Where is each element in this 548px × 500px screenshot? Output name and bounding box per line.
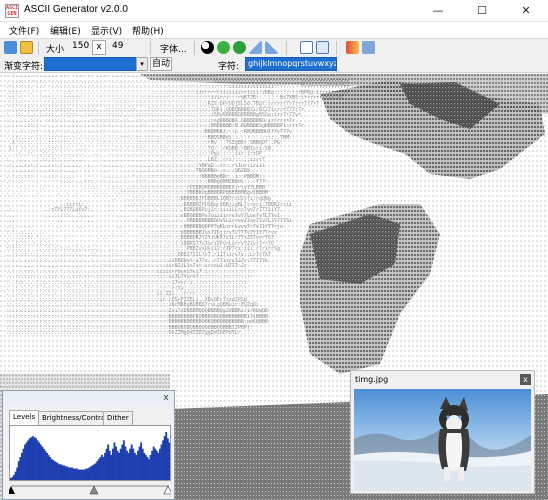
histogram-chart: [10, 432, 171, 480]
font-button[interactable]: 字体...: [160, 42, 187, 55]
app-logo-icon: ASCII GEN: [5, 4, 19, 18]
rotate-right-icon[interactable]: [233, 41, 246, 54]
menu-edit[interactable]: 编辑(E): [50, 24, 81, 37]
ascii-line: ::::::::::::::::::::::::::::::::::::::::…: [0, 330, 256, 337]
variable-width-icon[interactable]: [316, 41, 329, 54]
tab-dither[interactable]: Dither: [103, 411, 133, 425]
histogram-bar: [168, 442, 171, 480]
toolbar-separator: [286, 41, 287, 55]
midpoint-handle[interactable]: [89, 485, 99, 495]
height-input[interactable]: 49: [110, 40, 132, 55]
color-icon[interactable]: [346, 41, 359, 54]
close-icon[interactable]: x: [161, 393, 171, 403]
white-point-handle[interactable]: [163, 485, 171, 495]
export-icon[interactable]: [362, 41, 375, 54]
tab-levels[interactable]: Levels: [9, 410, 40, 425]
ascii-text: . :.............. ... ... .. .... .... .…: [0, 74, 352, 337]
husky-dog: [438, 397, 470, 481]
character-options-bar: 渐变字符: ▾ 自动 字符: ghijklmnopqrstuvwxyzß: [0, 56, 548, 73]
toolbar-separator: [194, 41, 195, 55]
menu-view[interactable]: 显示(V): [91, 24, 122, 37]
levels-slider[interactable]: [9, 483, 171, 495]
window-title: ASCII Generator v2.0.0: [24, 4, 128, 15]
black-point-handle[interactable]: [9, 486, 15, 494]
preview-title: timg.jpg: [355, 375, 389, 384]
flip-vertical-icon[interactable]: [265, 41, 278, 54]
size-label: 大小: [46, 45, 65, 55]
title-bar: ASCII GEN ASCII Generator v2.0.0 — ☐ ✕: [0, 0, 548, 22]
gradient-chars-dropdown[interactable]: [44, 57, 148, 71]
menu-help[interactable]: 帮助(H): [132, 24, 164, 37]
lock-ratio-toggle[interactable]: x: [92, 40, 106, 55]
fixed-width-icon[interactable]: [300, 41, 313, 54]
menu-file[interactable]: 文件(F): [9, 24, 39, 37]
gradient-chars-label: 渐变字符:: [4, 62, 44, 72]
rotate-left-icon[interactable]: [217, 41, 230, 54]
folder-icon[interactable]: [20, 41, 33, 54]
minimize-button[interactable]: —: [416, 0, 460, 22]
close-button[interactable]: ✕: [504, 0, 548, 22]
chevron-down-icon[interactable]: ▾: [136, 57, 148, 71]
toolbar-separator: [38, 41, 39, 55]
toolbar-separator: [336, 41, 337, 55]
toolbar: 大小 150 x 49 字体...: [0, 38, 548, 56]
maximize-button[interactable]: ☐: [460, 0, 504, 22]
chars-input[interactable]: ghijklmnopqrstuvwxyzß: [245, 57, 337, 71]
open-file-icon[interactable]: [4, 41, 17, 54]
toolbar-separator: [150, 41, 151, 55]
auto-button[interactable]: 自动: [150, 57, 172, 71]
menu-bar: 文件(F) 编辑(E) 显示(V) 帮助(H): [0, 22, 548, 38]
histogram: [9, 425, 171, 481]
levels-panel: x Levels Brightness/Contrast Dither: [2, 390, 175, 500]
invert-icon[interactable]: [201, 41, 214, 54]
chars-label: 字符:: [218, 62, 240, 72]
width-input[interactable]: 150: [70, 40, 92, 55]
flip-horizontal-icon[interactable]: [249, 41, 262, 54]
source-image: [354, 389, 531, 491]
close-icon[interactable]: x: [520, 374, 531, 385]
levels-panel-titlebar[interactable]: x: [3, 391, 174, 406]
image-preview-window: timg.jpg x: [350, 370, 535, 494]
